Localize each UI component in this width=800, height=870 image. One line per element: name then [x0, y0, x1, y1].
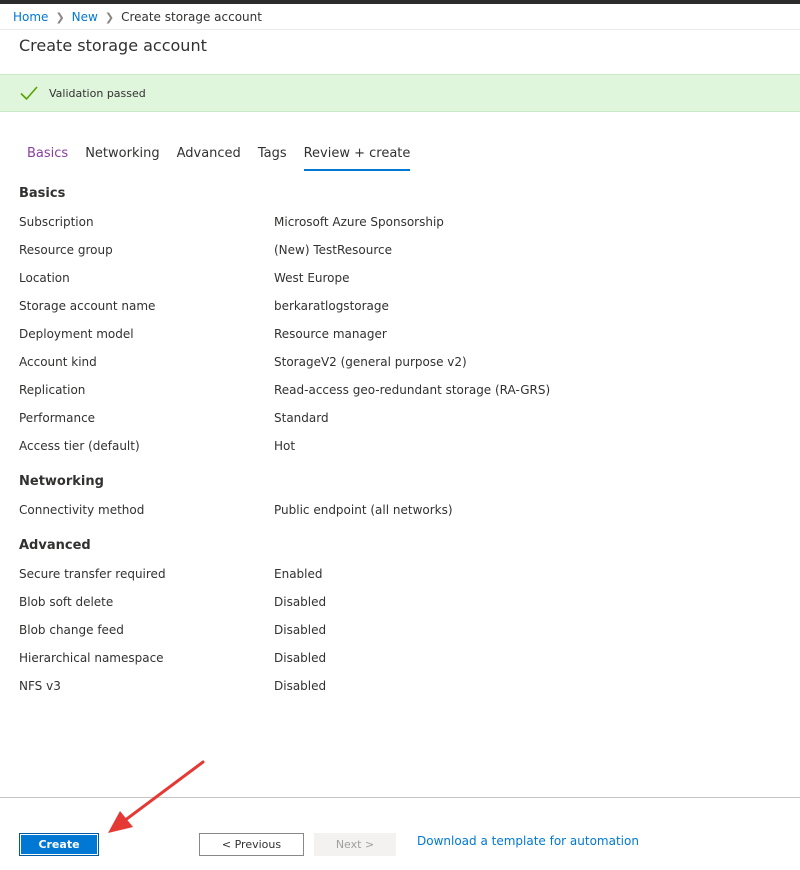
summary-row-account-kind: Account kind StorageV2 (general purpose v… — [19, 348, 779, 376]
breadcrumb-new-link[interactable]: New — [72, 10, 98, 24]
next-button[interactable]: Next > — [314, 833, 396, 856]
create-button[interactable]: Create — [19, 833, 99, 856]
summary-row-nfs-v3: NFS v3 Disabled — [19, 672, 779, 700]
tab-networking[interactable]: Networking — [85, 145, 159, 171]
row-value: Public endpoint (all networks) — [274, 503, 453, 517]
row-value: Read-access geo-redundant storage (RA-GR… — [274, 383, 551, 397]
summary-row-storage-account-name: Storage account name berkaratlogstorage — [19, 292, 779, 320]
tab-review-create[interactable]: Review + create — [303, 145, 411, 171]
row-label: Account kind — [19, 355, 97, 369]
breadcrumb-divider — [0, 29, 800, 30]
validation-banner: Validation passed — [0, 74, 800, 112]
row-label: NFS v3 — [19, 679, 61, 693]
row-label: Deployment model — [19, 327, 134, 341]
section-heading-basics: Basics — [19, 186, 66, 201]
section-heading-advanced: Advanced — [19, 538, 91, 553]
summary-row-subscription: Subscription Microsoft Azure Sponsorship — [19, 208, 779, 236]
summary-row-replication: Replication Read-access geo-redundant sto… — [19, 376, 779, 404]
row-label: Replication — [19, 383, 86, 397]
tab-advanced[interactable]: Advanced — [177, 145, 241, 171]
tab-basics[interactable]: Basics — [27, 145, 68, 171]
row-label: Blob soft delete — [19, 595, 114, 609]
breadcrumb-current: Create storage account — [121, 10, 262, 24]
download-template-link[interactable]: Download a template for automation — [417, 834, 639, 848]
summary-row-blob-soft-delete: Blob soft delete Disabled — [19, 588, 779, 616]
row-label: Secure transfer required — [19, 567, 166, 581]
row-value: Microsoft Azure Sponsorship — [274, 215, 444, 229]
page-title: Create storage account — [19, 36, 207, 55]
row-value: Standard — [274, 411, 329, 425]
summary-row-resource-group: Resource group (New) TestResource — [19, 236, 779, 264]
row-label: Location — [19, 271, 70, 285]
summary-row-hierarchical-namespace: Hierarchical namespace Disabled — [19, 644, 779, 672]
row-value: Disabled — [274, 651, 327, 665]
summary-row-deployment-model: Deployment model Resource manager — [19, 320, 779, 348]
row-value: Disabled — [274, 679, 327, 693]
validation-message: Validation passed — [49, 86, 146, 100]
summary-row-performance: Performance Standard — [19, 404, 779, 432]
summary-row-blob-change-feed: Blob change feed Disabled — [19, 616, 779, 644]
row-label: Access tier (default) — [19, 439, 140, 453]
row-label: Storage account name — [19, 299, 156, 313]
previous-button[interactable]: < Previous — [199, 833, 304, 856]
breadcrumb-home-link[interactable]: Home — [13, 10, 48, 24]
row-value: Hot — [274, 439, 296, 453]
row-value: StorageV2 (general purpose v2) — [274, 355, 467, 369]
row-value: Disabled — [274, 623, 327, 637]
review-summary: Basics Subscription Microsoft Azure Spons… — [19, 180, 779, 700]
row-value: Resource manager — [274, 327, 387, 341]
breadcrumb: Home ❯ New ❯ Create storage account — [13, 9, 262, 25]
tab-tags[interactable]: Tags — [258, 145, 287, 171]
chevron-right-icon: ❯ — [55, 10, 65, 24]
section-heading-networking: Networking — [19, 474, 104, 489]
wizard-tabs: Basics Networking Advanced Tags Review +… — [27, 145, 411, 171]
row-value: Enabled — [274, 567, 323, 581]
row-label: Hierarchical namespace — [19, 651, 164, 665]
row-label: Resource group — [19, 243, 113, 257]
summary-row-connectivity-method: Connectivity method Public endpoint (all … — [19, 496, 779, 524]
row-value: (New) TestResource — [274, 243, 393, 257]
row-value: berkaratlogstorage — [274, 299, 389, 313]
row-value: Disabled — [274, 595, 327, 609]
row-label: Blob change feed — [19, 623, 124, 637]
checkmark-icon — [19, 83, 39, 103]
row-value: West Europe — [274, 271, 350, 285]
row-label: Performance — [19, 411, 96, 425]
row-label: Subscription — [19, 215, 94, 229]
summary-row-location: Location West Europe — [19, 264, 779, 292]
top-bar — [0, 0, 800, 4]
summary-row-secure-transfer: Secure transfer required Enabled — [19, 560, 779, 588]
row-label: Connectivity method — [19, 503, 145, 517]
footer-divider — [0, 797, 800, 798]
summary-row-access-tier: Access tier (default) Hot — [19, 432, 779, 460]
chevron-right-icon: ❯ — [104, 10, 115, 24]
